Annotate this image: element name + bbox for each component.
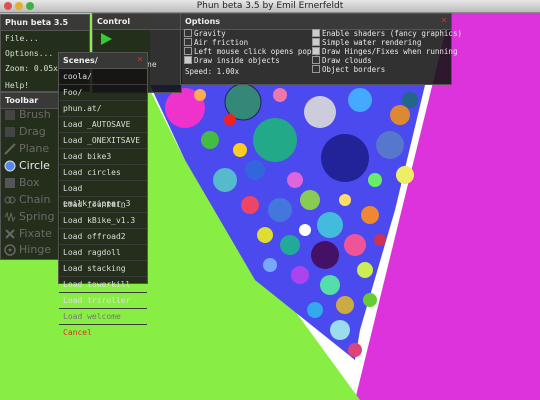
water-checkbox[interactable] [312,38,320,46]
popup-checkbox[interactable] [184,47,192,55]
box-icon [5,178,15,188]
control-panel-title: Control [93,14,181,30]
scene-load-autosave[interactable]: Load _AUTOSAVE [59,117,147,133]
close-window-icon[interactable] [4,2,12,10]
air-friction-option[interactable]: Air friction [184,38,248,47]
brush-icon [5,110,15,120]
scene-load-kbike[interactable]: Load kBike_v1.3 [59,213,147,229]
borders-option[interactable]: Object borders [312,65,385,74]
gravity-checkbox[interactable] [184,29,192,37]
tool-brush[interactable]: Brush [3,108,57,122]
main-panel-title: Phun beta 3.5 [1,15,89,31]
tool-plane[interactable]: Plane [3,142,57,156]
speed-readout[interactable]: Speed: 1.00x [185,67,239,76]
gravity-option[interactable]: Gravity [184,29,226,38]
borders-checkbox[interactable] [312,65,320,73]
clouds-checkbox[interactable] [312,56,320,64]
scene-load-fountain[interactable]: Load fountain [59,197,147,213]
scene-folder-foo[interactable]: Foo/ [59,85,147,101]
options-panel: Options ✕ Gravity Air friction Left mous… [180,13,462,85]
scenes-panel-title: Scenes/ [59,53,147,69]
toolbar-panel: Toolbar Brush Drag Plane Circle Box Chai… [0,92,60,260]
scene-load-onexitsave[interactable]: Load _ONEXITSAVE [59,133,147,149]
tool-circle[interactable]: Circle [3,159,57,173]
draw-inside-checkbox[interactable] [184,56,192,64]
scene-load-offroad2[interactable]: Load offroad2 [59,229,147,245]
shaders-checkbox[interactable] [312,29,320,37]
play-button[interactable] [99,31,113,45]
window-titlebar: Phun beta 3.5 by Emil Ernerfeldt [0,0,540,13]
play-icon [101,33,112,45]
scene-load-ragdoll[interactable]: Load ragdoll [59,245,147,261]
chain-icon [4,196,16,204]
tool-chain[interactable]: Chain [3,193,57,207]
clouds-option[interactable]: Draw clouds [312,56,372,65]
drag-icon [5,127,15,137]
hinges-option[interactable]: Draw Hinges/Fixes when running [312,47,457,56]
scene-load-circles[interactable]: Load circles [59,165,147,181]
popup-option[interactable]: Left mouse click opens popup [184,47,320,56]
tool-spring[interactable]: Spring [3,210,57,224]
draw-inside-option[interactable]: Draw inside objects [184,56,280,65]
tool-hinge[interactable]: Hinge [3,243,57,257]
fixate-icon [5,229,15,239]
scene-load-triroller[interactable]: Load triroller [59,293,147,309]
window-title: Phun beta 3.5 by Emil Ernerfeldt [196,1,344,11]
hinges-checkbox[interactable] [312,47,320,55]
shaders-option[interactable]: Enable shaders (fancy graphics) [312,29,462,38]
minimize-window-icon[interactable] [15,2,23,10]
scene-load-stacking[interactable]: Load stacking [59,261,147,277]
tool-box[interactable]: Box [3,176,57,190]
toolbar-title: Toolbar [1,93,59,109]
close-options-icon[interactable]: ✕ [441,15,447,27]
scene-load-bike3[interactable]: Load bike3 [59,149,147,165]
air-friction-checkbox[interactable] [184,38,192,46]
tool-drag[interactable]: Drag [3,125,57,139]
tool-fixate[interactable]: Fixate [3,227,57,241]
file-menu-item[interactable]: File... [1,31,89,46]
scene-folder-coola[interactable]: coola/ [59,69,147,85]
scene-load-towerkill[interactable]: Load towerkill [59,277,147,293]
hinge-icon [4,244,16,256]
scene-folder-phun-at[interactable]: phun.at/ [59,101,147,117]
control-overlap-text: ne [147,60,157,69]
options-panel-title: Options [181,14,451,30]
scenes-cancel-button[interactable]: Cancel [59,325,147,340]
water-option[interactable]: Simple water rendering [312,38,421,47]
plane-icon [4,143,16,155]
zoom-window-icon[interactable] [26,2,34,10]
close-scenes-icon[interactable]: ✕ [137,54,143,66]
scene-load-emilk-zipper[interactable]: Load emilk_zipper_3 [59,181,147,208]
circle-icon [4,160,16,172]
spring-icon [4,211,16,223]
scene-load-welcome[interactable]: Load welcome [59,309,147,325]
scenes-panel: Scenes/ ✕ coola/ Foo/ phun.at/ Load _AUT… [58,52,148,337]
